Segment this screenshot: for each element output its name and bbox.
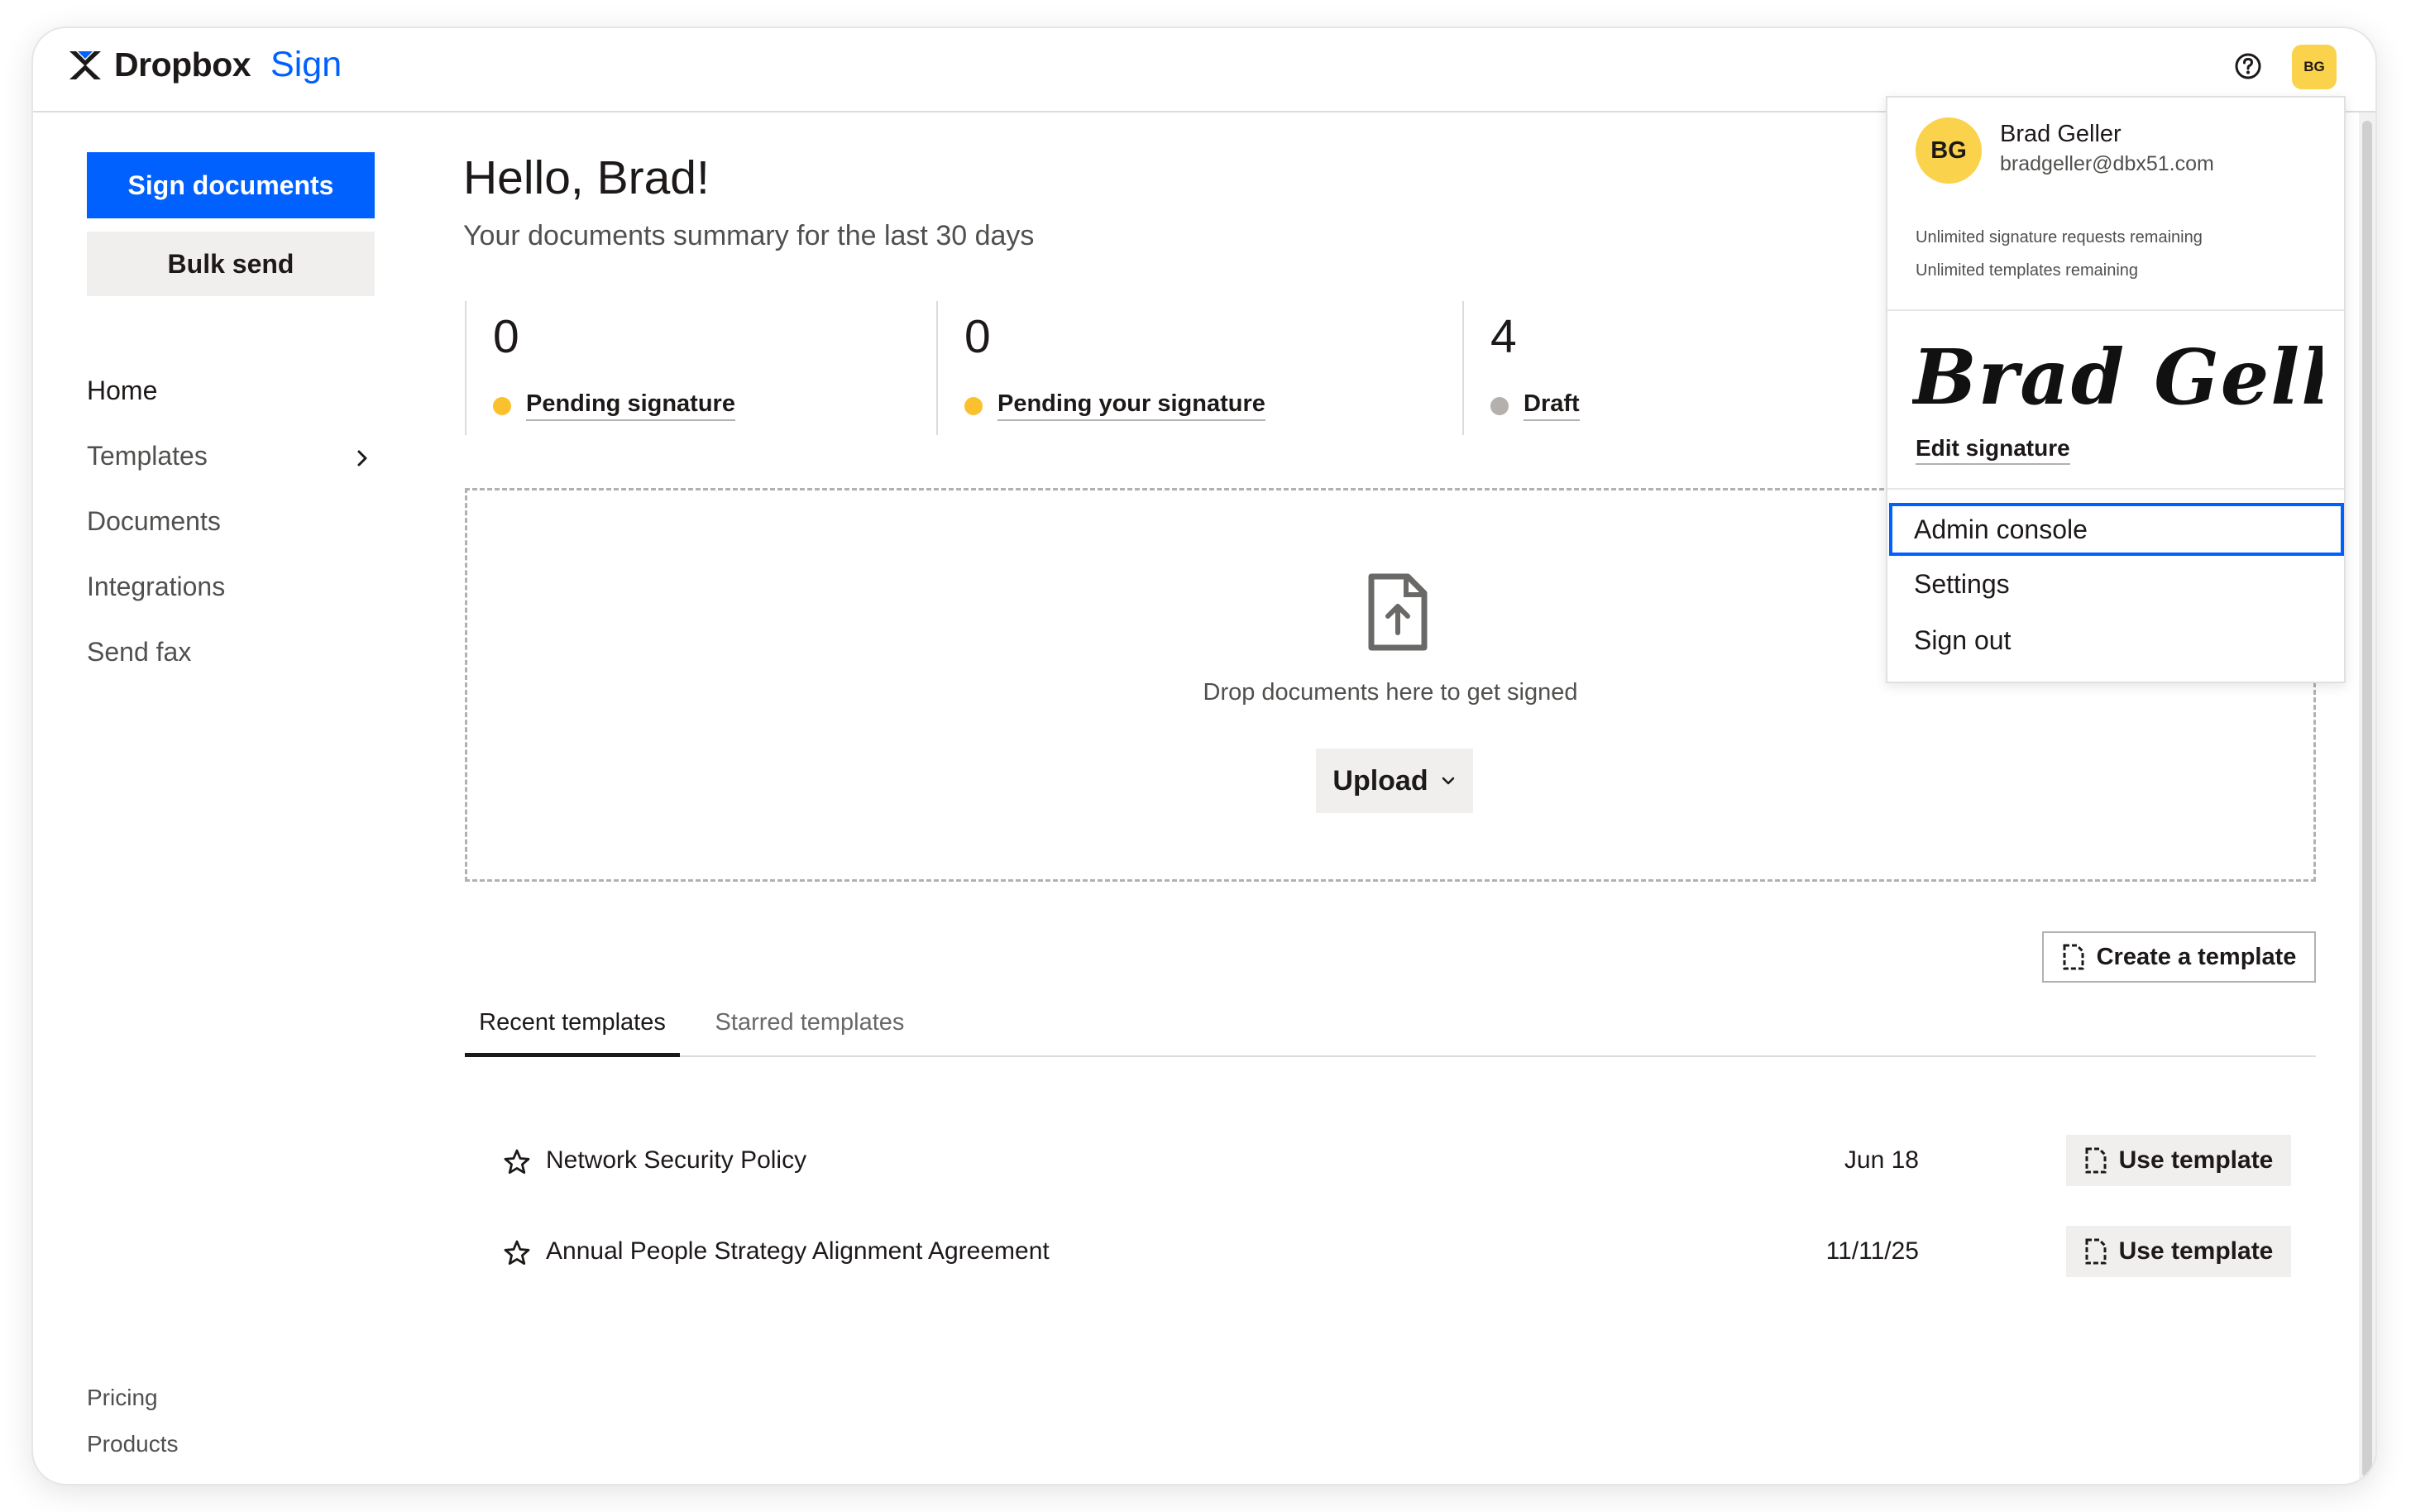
star-icon[interactable] bbox=[503, 1239, 531, 1267]
products-link[interactable]: Products bbox=[87, 1431, 179, 1457]
table-row[interactable]: Network Security Policy Jun 18 Use templ… bbox=[465, 1123, 2316, 1198]
stat-draft[interactable]: 4 Draft bbox=[1462, 301, 1793, 435]
page-subtitle: Your documents summary for the last 30 d… bbox=[463, 220, 1035, 251]
stat-pending-your-signature[interactable]: 0 Pending your signature bbox=[936, 301, 1462, 435]
create-template-label: Create a template bbox=[2096, 943, 2297, 970]
stat-value: 0 bbox=[964, 310, 991, 363]
status-dot-icon bbox=[493, 396, 511, 415]
chevron-right-icon[interactable] bbox=[352, 448, 372, 468]
sidebar-item-templates[interactable]: Templates bbox=[87, 441, 208, 471]
page-title: Hello, Brad! bbox=[463, 151, 710, 204]
use-template-button[interactable]: Use template bbox=[2066, 1226, 2291, 1277]
template-icon bbox=[2063, 944, 2084, 970]
stat-label[interactable]: Pending your signature bbox=[997, 390, 1265, 421]
status-dot-icon bbox=[1490, 396, 1509, 415]
star-icon[interactable] bbox=[503, 1148, 531, 1176]
menu-item-admin-console[interactable]: Admin console bbox=[1889, 503, 2344, 556]
use-template-label: Use template bbox=[2118, 1146, 2274, 1174]
sidebar-item-home[interactable]: Home bbox=[87, 376, 157, 406]
stat-pending-signature[interactable]: 0 Pending signature bbox=[465, 301, 936, 435]
account-menu: BG Brad Geller bradgeller@dbx51.com Unli… bbox=[1886, 96, 2346, 683]
template-name[interactable]: Network Security Policy bbox=[546, 1146, 806, 1175]
signature-text: Brad Geller bbox=[1912, 333, 2323, 422]
sidebar-item-integrations[interactable]: Integrations bbox=[87, 572, 225, 602]
brand-product: Sign bbox=[270, 45, 342, 84]
quota-templates: Unlimited templates remaining bbox=[1916, 261, 2139, 280]
upload-button-label: Upload bbox=[1332, 764, 1428, 797]
stat-value: 0 bbox=[493, 310, 519, 363]
stat-value: 4 bbox=[1490, 310, 1517, 363]
account-email: bradgeller@dbx51.com bbox=[2000, 152, 2214, 175]
pricing-link[interactable]: Pricing bbox=[87, 1385, 158, 1411]
table-row[interactable]: Annual People Strategy Alignment Agreeme… bbox=[465, 1214, 2316, 1289]
sign-documents-button[interactable]: Sign documents bbox=[87, 152, 375, 218]
stat-label[interactable]: Draft bbox=[1524, 390, 1580, 421]
sidebar-item-documents[interactable]: Documents bbox=[87, 506, 221, 537]
upload-button[interactable]: Upload bbox=[1316, 749, 1473, 813]
use-template-button[interactable]: Use template bbox=[2066, 1135, 2291, 1186]
brand-logo[interactable]: Dropbox Sign bbox=[68, 45, 342, 85]
template-icon bbox=[2085, 1147, 2107, 1174]
quota-requests: Unlimited signature requests remaining bbox=[1916, 228, 2203, 246]
template-date: 11/11/25 bbox=[1825, 1237, 1919, 1265]
sidebar-item-send-fax[interactable]: Send fax bbox=[87, 637, 191, 667]
scrollbar[interactable] bbox=[2359, 112, 2375, 1484]
tab-starred-templates[interactable]: Starred templates bbox=[698, 1004, 921, 1057]
divider bbox=[1887, 488, 2344, 490]
template-icon bbox=[2085, 1238, 2107, 1265]
brand-name: Dropbox bbox=[114, 45, 251, 84]
app-window: Dropbox Sign BG Sign documents Bulk send… bbox=[33, 28, 2375, 1484]
tab-recent-templates[interactable]: Recent templates bbox=[465, 1004, 680, 1057]
signature-image: Brad Geller bbox=[1912, 333, 2323, 422]
avatar[interactable]: BG bbox=[2292, 45, 2337, 89]
upload-document-icon bbox=[1368, 573, 1428, 651]
status-dot-icon bbox=[964, 396, 983, 415]
use-template-label: Use template bbox=[2118, 1237, 2274, 1265]
edit-signature-link[interactable]: Edit signature bbox=[1916, 435, 2070, 465]
avatar: BG bbox=[1916, 117, 1982, 184]
account-name: Brad Geller bbox=[2000, 121, 2122, 147]
create-template-button[interactable]: Create a template bbox=[2042, 931, 2316, 983]
menu-item-sign-out[interactable]: Sign out bbox=[1889, 614, 2344, 667]
divider bbox=[1887, 309, 2344, 311]
help-icon[interactable] bbox=[2233, 51, 2263, 81]
template-name[interactable]: Annual People Strategy Alignment Agreeme… bbox=[546, 1237, 1050, 1266]
bulk-send-button[interactable]: Bulk send bbox=[87, 232, 375, 296]
dropbox-logo-icon bbox=[69, 50, 101, 79]
stat-label[interactable]: Pending signature bbox=[526, 390, 735, 421]
menu-item-settings[interactable]: Settings bbox=[1889, 557, 2344, 610]
template-tabs: Recent templates Starred templates bbox=[465, 1004, 2316, 1057]
scrollbar-thumb[interactable] bbox=[2362, 121, 2372, 1477]
chevron-down-icon bbox=[1442, 777, 1454, 785]
template-date: Jun 18 bbox=[1844, 1146, 1919, 1174]
